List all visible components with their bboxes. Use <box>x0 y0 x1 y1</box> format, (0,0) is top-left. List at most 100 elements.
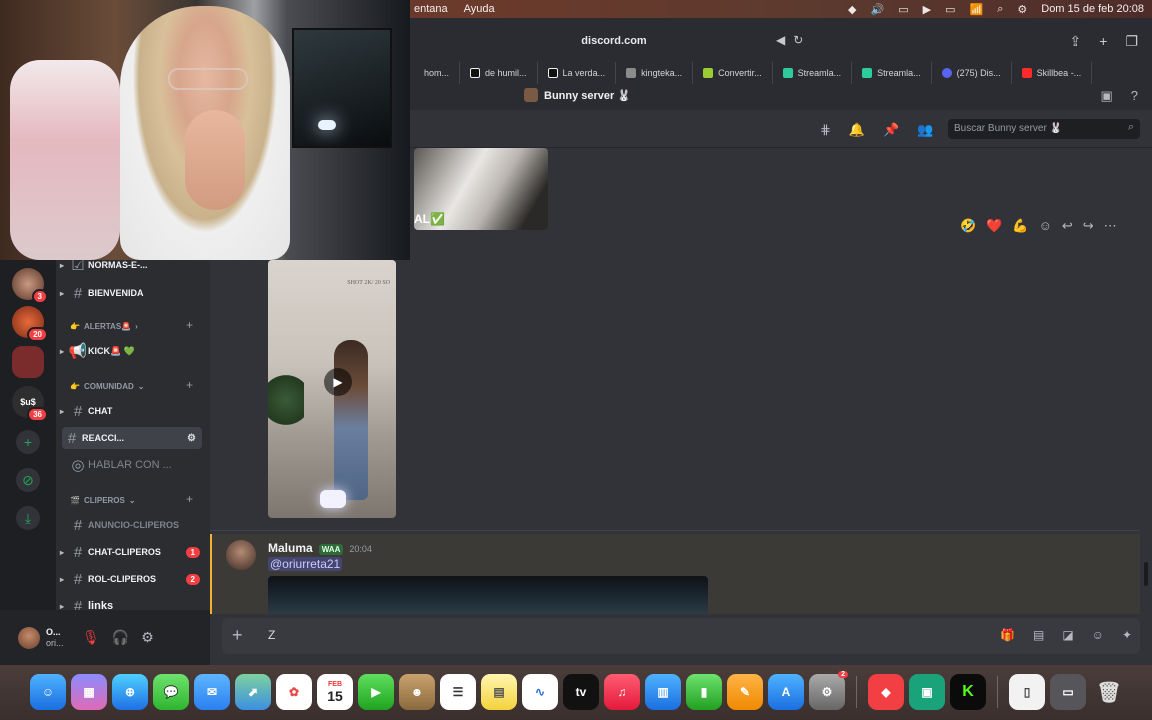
add-attachment-icon[interactable]: + <box>232 625 243 646</box>
scrollbar[interactable] <box>1144 562 1148 586</box>
browser-tab[interactable]: Skillbea -... <box>1012 62 1093 84</box>
reaction-emoji[interactable]: ❤️ <box>986 218 1002 234</box>
streamlabs-icon[interactable]: ▣ <box>909 674 945 710</box>
message-media[interactable] <box>268 576 708 614</box>
facetime-icon[interactable]: ▶ <box>358 674 394 710</box>
document-icon[interactable]: ▯ <box>1009 674 1045 710</box>
mention[interactable]: @oriurreta21 <box>268 557 343 571</box>
new-tab-icon[interactable]: + <box>1099 33 1107 50</box>
members-icon[interactable]: 👥 <box>917 122 933 138</box>
tab-overview-icon[interactable]: ❐ <box>1125 33 1138 50</box>
mail-icon[interactable]: ✉ <box>194 674 230 710</box>
add-channel-icon[interactable]: + <box>186 378 193 392</box>
forward-icon[interactable]: ↪ <box>1083 218 1094 234</box>
launchpad-icon[interactable]: ▦ <box>71 674 107 710</box>
maps-icon[interactable]: ⬈ <box>235 674 271 710</box>
play-icon[interactable]: ▶ <box>324 368 352 396</box>
settings-gear-icon[interactable]: ⚙ <box>141 629 154 646</box>
composer-input[interactable]: Z <box>268 628 275 642</box>
menubar-datetime[interactable]: Dom 15 de feb 20:08 <box>1041 3 1144 15</box>
safari-icon[interactable]: ⊕ <box>112 674 148 710</box>
browser-tab[interactable]: de humil... <box>460 62 538 84</box>
category-comunidad[interactable]: 👉 COMUNIDAD ⌄ <box>70 382 144 391</box>
server-icon-3[interactable] <box>12 346 44 378</box>
keynote-icon[interactable]: ▥ <box>645 674 681 710</box>
notes-icon[interactable]: ▤ <box>481 674 517 710</box>
download-icon[interactable]: ⤓ <box>16 506 40 530</box>
photos-icon[interactable]: ✿ <box>276 674 312 710</box>
reaction-emoji[interactable]: 💪 <box>1012 218 1028 234</box>
music-icon[interactable]: ♫ <box>604 674 640 710</box>
bell-icon[interactable]: 🔔 <box>849 122 865 138</box>
server-icon-1[interactable]: 3 <box>12 268 48 304</box>
pages-icon[interactable]: ✎ <box>727 674 763 710</box>
channel-chat[interactable]: ▸ # CHAT <box>56 400 210 422</box>
appstore-icon[interactable]: A <box>768 674 804 710</box>
contacts-icon[interactable]: ☻ <box>399 674 435 710</box>
add-channel-icon[interactable]: + <box>186 318 193 332</box>
message-composer[interactable]: + Z 🎁 ▤ ◪ ☺ ✦ <box>222 618 1140 654</box>
search-input[interactable]: Buscar Bunny server 🐰 ⌕ <box>948 119 1140 139</box>
voice-channel[interactable]: ◎ HABLAR CON ... <box>56 454 210 476</box>
kick-icon[interactable]: K <box>950 674 986 710</box>
reply-icon[interactable]: ↩ <box>1062 218 1073 234</box>
share-icon[interactable]: ⇪ <box>1070 33 1082 50</box>
play-icon[interactable]: ▶ <box>923 3 931 16</box>
channel-chat-clipperos[interactable]: ▸ # CHAT-CLIPEROS 1 <box>56 541 210 563</box>
gif-icon[interactable]: ▤ <box>1033 628 1044 642</box>
apps-icon[interactable]: ✦ <box>1122 628 1132 642</box>
category-alertas[interactable]: 👉 ALERTAS🚨 › <box>70 322 138 331</box>
avatar[interactable] <box>226 540 256 570</box>
channel-settings-icon[interactable]: ⚙ <box>187 433 196 444</box>
gift-icon[interactable]: 🎁 <box>1000 628 1015 642</box>
mic-muted-icon[interactable]: 🎙 <box>82 629 100 646</box>
control-center-icon[interactable]: ⚙ <box>1017 3 1027 16</box>
channel-kick[interactable]: ▸ 📢 KICK🚨 💚 <box>56 340 210 362</box>
reaction-emoji[interactable]: 🤣 <box>960 218 976 234</box>
inbox-icon[interactable]: ▣ <box>1100 88 1112 104</box>
add-channel-icon[interactable]: + <box>186 492 193 506</box>
dropbox-icon[interactable]: ◆ <box>848 3 856 16</box>
video-attachment[interactable]: SHOT 2K/ 20 SO ▶ <box>268 260 396 518</box>
volume-icon[interactable]: 🔊 <box>871 3 885 16</box>
channel-rol-clipperos[interactable]: ▸ # ROL-CLIPEROS 2 <box>56 568 210 590</box>
message-author[interactable]: Maluma <box>268 541 313 555</box>
avatar[interactable] <box>18 626 40 649</box>
more-icon[interactable]: ⋯ <box>1104 218 1117 234</box>
browser-tab[interactable]: hom... <box>414 62 461 84</box>
add-server-icon[interactable]: + <box>16 430 40 454</box>
channel-bienvenida[interactable]: ▸ # BIENVENIDA <box>56 282 210 304</box>
browser-tab-active[interactable]: (275) Dis... <box>932 62 1012 84</box>
system-settings-icon[interactable]: ⚙ 2 <box>809 671 848 710</box>
audio-icon[interactable]: ◀ <box>776 33 785 47</box>
channel-anuncio[interactable]: # ANUNCIO-CLIPEROS <box>56 514 210 536</box>
reload-icon[interactable]: ↻ <box>793 33 803 47</box>
threads-icon[interactable]: ⋕ <box>820 122 831 138</box>
menu-item-ayuda[interactable]: Ayuda <box>464 3 495 15</box>
server-icon-4[interactable]: $u$ 36 <box>12 386 48 422</box>
explore-icon[interactable]: ⊘ <box>16 468 40 492</box>
numbers-icon[interactable]: ▮ <box>686 674 722 710</box>
wifi-icon[interactable]: 📶 <box>970 3 984 16</box>
address-bar[interactable]: discord.com <box>414 26 814 56</box>
menu-item-ventana[interactable]: entana <box>414 3 448 15</box>
sticker-icon[interactable]: ◪ <box>1062 628 1073 642</box>
calendar-icon[interactable]: FEB 15 <box>317 674 353 710</box>
trash-icon[interactable]: 🗑 <box>1091 674 1127 710</box>
user-names[interactable]: O... ori... <box>46 627 64 649</box>
channel-reacciones[interactable]: # REACCI... ⚙ <box>62 427 202 449</box>
server-icon-2[interactable]: 20 <box>12 306 48 342</box>
appletv-icon[interactable]: tv <box>563 674 599 710</box>
anydesk-icon[interactable]: ◆ <box>868 674 904 710</box>
battery-icon[interactable]: ▭ <box>945 3 955 16</box>
finder-icon[interactable]: ☺ <box>30 674 66 710</box>
messages-icon[interactable]: 💬 <box>153 674 189 710</box>
emoji-icon[interactable]: ☺ <box>1092 628 1104 642</box>
window-icon[interactable]: ▭ <box>898 3 908 16</box>
browser-tab[interactable]: Convertir... <box>693 62 773 84</box>
browser-tab[interactable]: Streamla... <box>852 62 932 84</box>
browser-tab[interactable]: kingteka... <box>616 62 694 84</box>
browser-tab[interactable]: Streamla... <box>773 62 853 84</box>
browser-tab[interactable]: La verda... <box>538 62 617 84</box>
freeform-icon[interactable]: ∿ <box>522 674 558 710</box>
